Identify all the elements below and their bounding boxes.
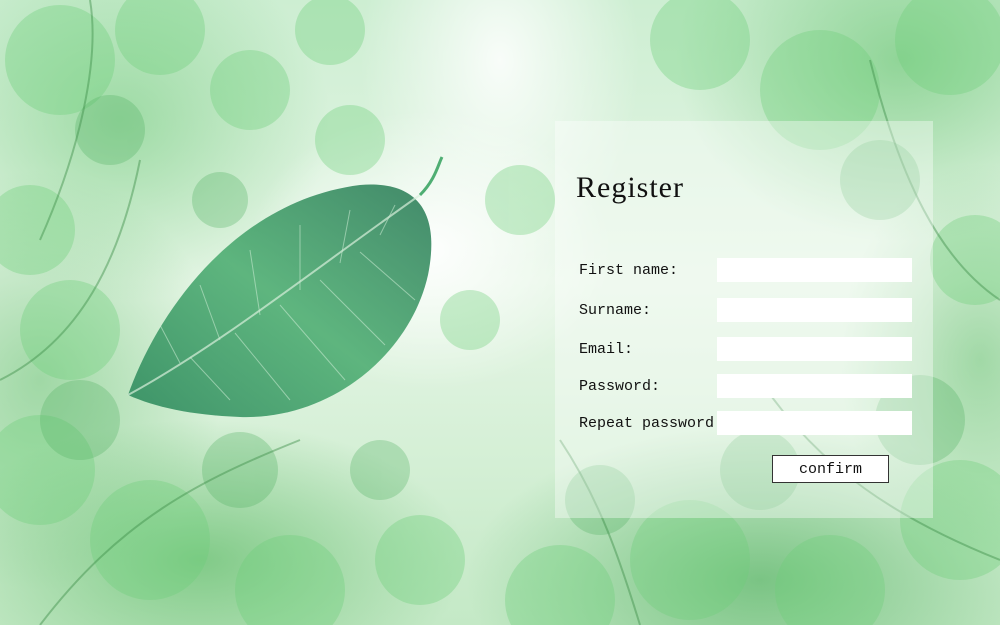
- first-name-input[interactable]: [717, 258, 912, 282]
- register-panel: Register First name: Surname: Email: Pas…: [555, 121, 933, 518]
- repeat-password-input[interactable]: [717, 411, 912, 435]
- leaf-illustration: [127, 156, 444, 418]
- password-input[interactable]: [717, 374, 912, 398]
- password-row: Password:: [555, 374, 933, 400]
- first-name-row: First name:: [555, 258, 933, 284]
- repeat-password-label: Repeat password:: [579, 415, 724, 432]
- email-row: Email:: [555, 337, 933, 363]
- surname-label: Surname:: [579, 302, 652, 319]
- email-input[interactable]: [717, 337, 912, 361]
- repeat-password-row: Repeat password:: [555, 411, 933, 437]
- first-name-label: First name:: [579, 262, 679, 279]
- confirm-button[interactable]: confirm: [772, 455, 889, 483]
- password-label: Password:: [579, 378, 661, 395]
- email-label: Email:: [579, 341, 634, 358]
- surname-input[interactable]: [717, 298, 912, 322]
- page-title: Register: [576, 171, 684, 204]
- surname-row: Surname:: [555, 298, 933, 324]
